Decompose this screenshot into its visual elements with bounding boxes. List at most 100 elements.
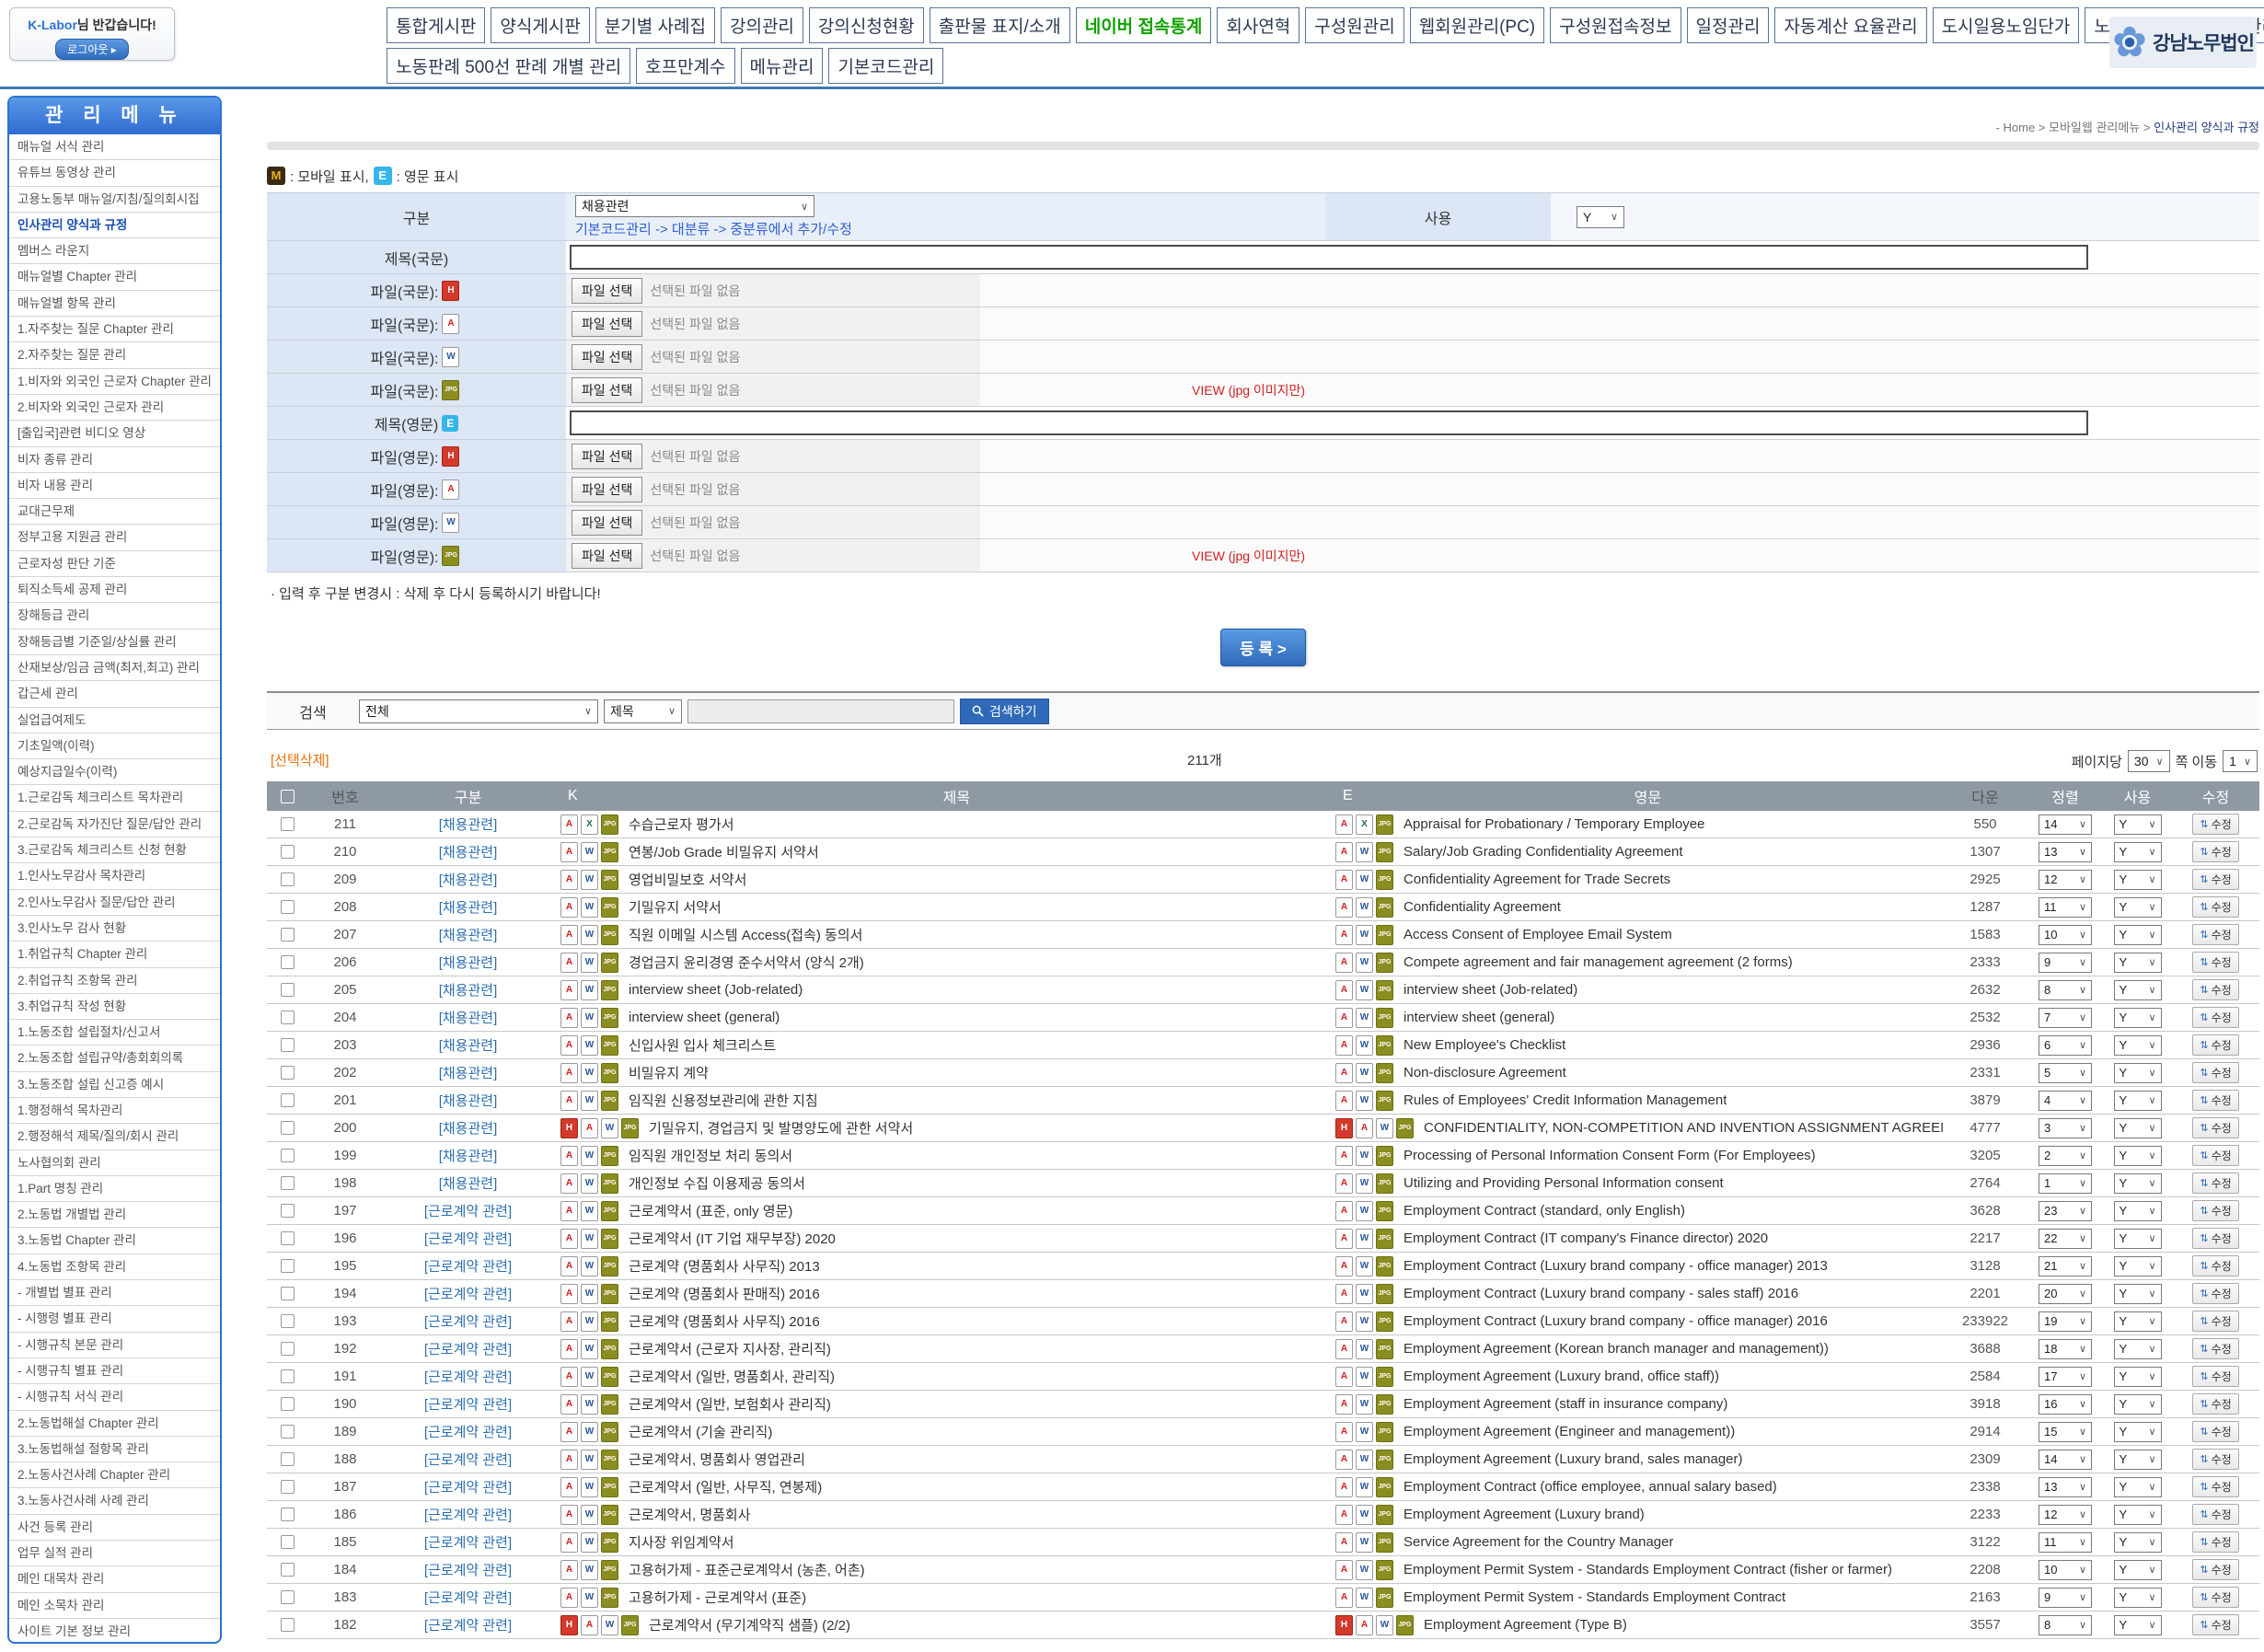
row-edit-button[interactable]: ⇅수정 [2192,1366,2238,1387]
sidebar-item[interactable]: 3.노동사건사례 사례 관리 [9,1488,220,1514]
english-file-icons[interactable]: AWJPG [1335,1146,1396,1166]
row-use-select[interactable]: Y∨ [2114,1256,2162,1277]
sidebar-item[interactable]: - 시행규칙 별표 관리 [9,1358,220,1384]
english-file-icons[interactable]: AWJPG [1335,980,1396,1000]
sidebar-item[interactable]: 비자 종류 관리 [9,447,220,473]
row-edit-button[interactable]: ⇅수정 [2192,1173,2238,1194]
row-checkbox[interactable] [281,1011,295,1024]
korean-file-icons[interactable]: AWJPG [560,925,621,945]
page-move-select[interactable]: 1 ∨ [2223,750,2258,772]
korean-file-icons[interactable]: AWJPG [560,1339,621,1359]
row-category-link[interactable]: [채용관련] [439,1093,498,1109]
korean-file-icons[interactable]: AWJPG [560,1311,621,1332]
nav-button[interactable]: 양식게시판 [491,7,589,43]
nav-button[interactable]: 구성원접속정보 [1550,7,1681,43]
select-all-checkbox[interactable] [281,790,295,803]
sidebar-item[interactable]: - 시행규칙 본문 관리 [9,1333,220,1358]
search-scope-select[interactable]: 전체 ∨ [359,699,598,723]
use-select[interactable]: Y ∨ [1577,206,1624,228]
row-edit-button[interactable]: ⇅수정 [2192,1531,2238,1553]
row-use-select[interactable]: Y∨ [2114,953,2162,973]
sidebar-item[interactable]: - 시행규칙 서식 관리 [9,1384,220,1410]
sidebar-item[interactable]: 3.인사노무 감사 현황 [9,916,220,942]
row-category-link[interactable]: [채용관련] [439,983,498,999]
korean-file-icons[interactable]: AWJPG [560,1422,621,1442]
row-sort-select[interactable]: 18∨ [2039,1339,2092,1359]
row-checkbox[interactable] [281,1066,295,1080]
register-button[interactable]: 등 록 > [1220,629,1306,666]
row-use-select[interactable]: Y∨ [2114,1367,2162,1387]
sidebar-item[interactable]: 3.노동법 Chapter 관리 [9,1228,220,1253]
row-category-link[interactable]: [채용관련] [439,1038,498,1054]
row-use-select[interactable]: Y∨ [2114,1505,2162,1525]
row-use-select[interactable]: Y∨ [2114,1560,2162,1580]
row-sort-select[interactable]: 12∨ [2039,870,2092,890]
korean-file-icons[interactable]: AXJPG [560,814,621,835]
row-use-select[interactable]: Y∨ [2114,1422,2162,1442]
row-edit-button[interactable]: ⇅수정 [2192,869,2238,890]
row-category-link[interactable]: [채용관련] [439,1121,498,1137]
sidebar-item[interactable]: 2.노동사건사례 Chapter 관리 [9,1462,220,1488]
file-select-button[interactable]: 파일 선택 [572,444,642,469]
nav-button[interactable]: 자동계산 요율관리 [1774,7,1926,43]
row-category-link[interactable]: [채용관련] [439,1066,498,1081]
row-checkbox[interactable] [281,1093,295,1107]
row-checkbox[interactable] [281,900,295,914]
row-use-select[interactable]: Y∨ [2114,1063,2162,1083]
korean-file-icons[interactable]: AWJPG [560,1173,621,1194]
row-edit-button[interactable]: ⇅수정 [2192,1145,2238,1166]
sidebar-item[interactable]: 사이트 기본 정보 관리 [9,1619,220,1644]
row-use-select[interactable]: Y∨ [2114,1008,2162,1028]
sidebar-item[interactable]: 매뉴얼별 항목 관리 [9,291,220,317]
sidebar-item[interactable]: 1.노동조합 설립절차/신고서 [9,1020,220,1045]
sidebar-item[interactable]: 3.노동법해설 절항목 관리 [9,1437,220,1462]
file-select-button[interactable]: 파일 선택 [572,510,642,536]
korean-file-icons[interactable]: AWJPG [560,1146,621,1166]
search-input[interactable] [687,699,954,723]
row-sort-select[interactable]: 15∨ [2039,1422,2092,1442]
row-checkbox[interactable] [281,1452,295,1466]
row-category-link[interactable]: [채용관련] [439,845,498,861]
nav-button[interactable]: 메뉴관리 [741,48,824,84]
sidebar-item[interactable]: 2.노동조합 설립규약/총회회의록 [9,1045,220,1071]
row-checkbox[interactable] [281,983,295,997]
sidebar-item[interactable]: 장해등급 관리 [9,603,220,629]
nav-button[interactable]: 분기별 사례집 [595,7,715,43]
search-button[interactable]: 검색하기 [960,699,1049,724]
row-edit-button[interactable]: ⇅수정 [2192,1283,2238,1304]
delete-selected-link[interactable]: [선택삭제] [271,750,329,769]
row-sort-select[interactable]: 3∨ [2039,1118,2092,1138]
english-file-icons[interactable]: AWJPG [1335,953,1396,973]
sidebar-item[interactable]: 업무 실적 관리 [9,1541,220,1566]
row-edit-button[interactable]: ⇅수정 [2192,1255,2238,1277]
row-sort-select[interactable]: 8∨ [2039,980,2092,1000]
sidebar-item[interactable]: 예상지급일수(이력) [9,759,220,785]
korean-file-icons[interactable]: AWJPG [560,1091,621,1111]
english-file-icons[interactable]: AWJPG [1335,1450,1396,1470]
english-file-icons[interactable]: AWJPG [1335,1008,1396,1028]
english-file-icons[interactable]: AWJPG [1335,870,1396,890]
row-sort-select[interactable]: 9∨ [2039,953,2092,973]
row-category-link[interactable]: [근로계약 관련] [424,1314,512,1330]
korean-file-icons[interactable]: AWJPG [560,870,621,890]
korean-file-icons[interactable]: AWJPG [560,1394,621,1415]
row-use-select[interactable]: Y∨ [2114,1201,2162,1221]
file-select-button[interactable]: 파일 선택 [572,311,642,337]
row-edit-button[interactable]: ⇅수정 [2192,1393,2238,1415]
row-sort-select[interactable]: 12∨ [2039,1505,2092,1525]
row-use-select[interactable]: Y∨ [2114,1284,2162,1304]
nav-button[interactable]: 도시일용노임단가 [1933,7,2080,43]
file-select-button[interactable]: 파일 선택 [572,278,642,304]
row-edit-button[interactable]: ⇅수정 [2192,1228,2238,1249]
sidebar-item[interactable]: 장해등급별 기준일/상실률 관리 [9,630,220,655]
sidebar-item[interactable]: 2.노동법해설 Chapter 관리 [9,1411,220,1437]
row-category-link[interactable]: [근로계약 관련] [424,1397,512,1413]
english-file-icons[interactable]: AWJPG [1335,1339,1396,1359]
row-checkbox[interactable] [281,1121,295,1135]
row-sort-select[interactable]: 22∨ [2039,1229,2092,1249]
korean-file-icons[interactable]: AWJPG [560,1008,621,1028]
row-use-select[interactable]: Y∨ [2114,1588,2162,1608]
row-use-select[interactable]: Y∨ [2114,1146,2162,1166]
row-category-link[interactable]: [채용관련] [439,1176,498,1192]
korean-file-icons[interactable]: AWJPG [560,980,621,1000]
